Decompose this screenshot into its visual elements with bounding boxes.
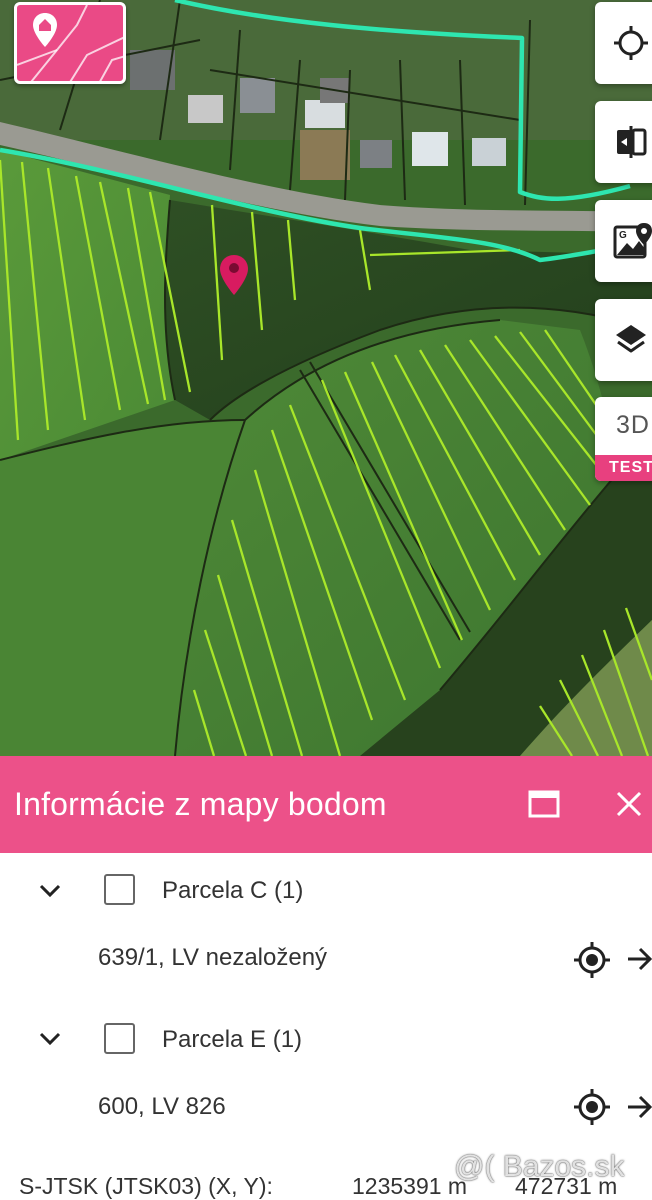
chevron-down-icon[interactable]	[38, 883, 62, 899]
map-pin-image-icon: G	[613, 223, 652, 259]
location-pin-icon[interactable]	[219, 254, 249, 296]
layers-button[interactable]	[595, 299, 652, 381]
chevron-down-icon[interactable]	[38, 1031, 62, 1047]
compare-icon	[617, 126, 647, 158]
arrow-right-icon[interactable]	[626, 946, 652, 972]
arrow-right-icon[interactable]	[626, 1094, 652, 1120]
map-view[interactable]: G 3D TEST	[0, 0, 652, 756]
layers-icon	[616, 325, 646, 353]
my-location-button[interactable]	[595, 2, 652, 84]
3d-label: 3D	[616, 411, 650, 439]
parcel-item-label[interactable]: 600, LV 826	[98, 1093, 226, 1121]
maximize-icon[interactable]	[527, 788, 563, 820]
close-icon[interactable]	[614, 789, 644, 819]
3d-view-button[interactable]: 3D TEST	[595, 397, 652, 481]
panel-title: Informácie z mapy bodom	[14, 786, 387, 822]
group-label: Parcela C (1)	[162, 877, 304, 904]
satellite-imagery	[0, 0, 652, 756]
compare-maps-button[interactable]	[595, 101, 652, 183]
app-logo[interactable]	[14, 2, 126, 84]
watermark: @( Bazos.sk	[454, 1150, 625, 1183]
coord-x: 1235391 m	[352, 1173, 468, 1199]
locate-icon[interactable]	[572, 1087, 612, 1127]
crosshair-icon	[614, 26, 648, 60]
test-badge: TEST	[595, 455, 652, 481]
group-checkbox[interactable]	[104, 1023, 135, 1054]
map-layer-google-button[interactable]: G	[595, 200, 652, 282]
svg-text:G: G	[619, 230, 627, 241]
parcel-item-label[interactable]: 639/1, LV nezaložený	[98, 944, 327, 972]
group-label: Parcela E (1)	[162, 1026, 303, 1053]
group-checkbox[interactable]	[104, 874, 135, 905]
locate-icon[interactable]	[572, 940, 612, 980]
coords-label: S-JTSK (JTSK03) (X, Y):	[19, 1173, 273, 1199]
